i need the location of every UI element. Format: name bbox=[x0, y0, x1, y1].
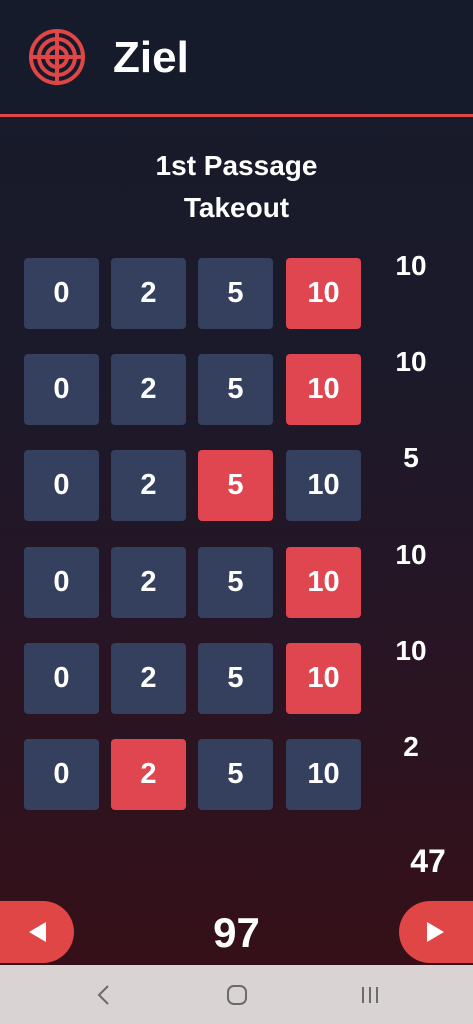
score-option-button[interactable]: 0 bbox=[24, 643, 99, 714]
row-score: 10 bbox=[395, 250, 427, 281]
score-option-button[interactable]: 0 bbox=[24, 354, 99, 425]
score-option-button[interactable]: 0 bbox=[24, 739, 99, 810]
system-navigation-bar bbox=[0, 965, 473, 1024]
score-option-button[interactable]: 2 bbox=[111, 643, 186, 714]
score-option-button[interactable]: 5 bbox=[198, 354, 273, 425]
section-title: 1st Passage Takeout bbox=[0, 145, 473, 229]
score-option-button[interactable]: 5 bbox=[198, 258, 273, 329]
target-icon bbox=[29, 29, 85, 85]
score-option-button[interactable]: 5 bbox=[198, 739, 273, 810]
row-score: 10 bbox=[395, 346, 427, 377]
row-score: 5 bbox=[403, 442, 419, 473]
system-recents-button[interactable] bbox=[350, 977, 390, 1013]
score-option-button[interactable]: 5 bbox=[198, 450, 273, 521]
score-option-button[interactable]: 10 bbox=[286, 450, 361, 521]
score-option-button[interactable]: 0 bbox=[24, 450, 99, 521]
system-back-button[interactable] bbox=[84, 977, 124, 1013]
previous-button[interactable] bbox=[0, 901, 74, 963]
score-row: 0 2 5 10 5 bbox=[0, 442, 473, 522]
score-row: 0 2 5 10 10 bbox=[0, 346, 473, 426]
score-option-button[interactable]: 10 bbox=[286, 643, 361, 714]
row-score: 2 bbox=[403, 731, 419, 762]
arrow-right-icon bbox=[427, 922, 444, 942]
score-row: 0 2 5 10 10 bbox=[0, 539, 473, 619]
header-divider bbox=[0, 114, 473, 117]
section-title-line1: 1st Passage bbox=[155, 150, 318, 181]
score-option-button[interactable]: 2 bbox=[111, 354, 186, 425]
app-title: Ziel bbox=[113, 33, 189, 82]
arrow-left-icon bbox=[29, 922, 46, 942]
score-option-button[interactable]: 5 bbox=[198, 643, 273, 714]
system-home-button[interactable] bbox=[217, 977, 257, 1013]
score-option-button[interactable]: 10 bbox=[286, 547, 361, 618]
home-icon bbox=[227, 985, 247, 1005]
score-option-button[interactable]: 2 bbox=[111, 450, 186, 521]
score-option-button[interactable]: 5 bbox=[198, 547, 273, 618]
score-option-button[interactable]: 0 bbox=[24, 547, 99, 618]
back-chevron-icon bbox=[97, 985, 109, 1005]
score-option-button[interactable]: 0 bbox=[24, 258, 99, 329]
score-option-button[interactable]: 2 bbox=[111, 547, 186, 618]
score-option-button[interactable]: 10 bbox=[286, 354, 361, 425]
recent-apps-icon bbox=[362, 987, 378, 1003]
section-title-line2: Takeout bbox=[183, 192, 290, 223]
section-subtotal: 47 bbox=[410, 843, 446, 879]
score-option-button[interactable]: 2 bbox=[111, 258, 186, 329]
score-option-button[interactable]: 10 bbox=[286, 258, 361, 329]
score-row: 0 2 5 10 10 bbox=[0, 635, 473, 715]
score-row: 0 2 5 10 2 bbox=[0, 731, 473, 811]
score-row: 0 2 5 10 10 bbox=[0, 250, 473, 330]
total-score: 97 bbox=[213, 909, 260, 956]
score-option-button[interactable]: 10 bbox=[286, 739, 361, 810]
score-option-button[interactable]: 2 bbox=[111, 739, 186, 810]
row-score: 10 bbox=[395, 635, 427, 666]
next-button[interactable] bbox=[399, 901, 473, 963]
app-header: Ziel bbox=[0, 0, 473, 114]
row-score: 10 bbox=[395, 539, 427, 570]
